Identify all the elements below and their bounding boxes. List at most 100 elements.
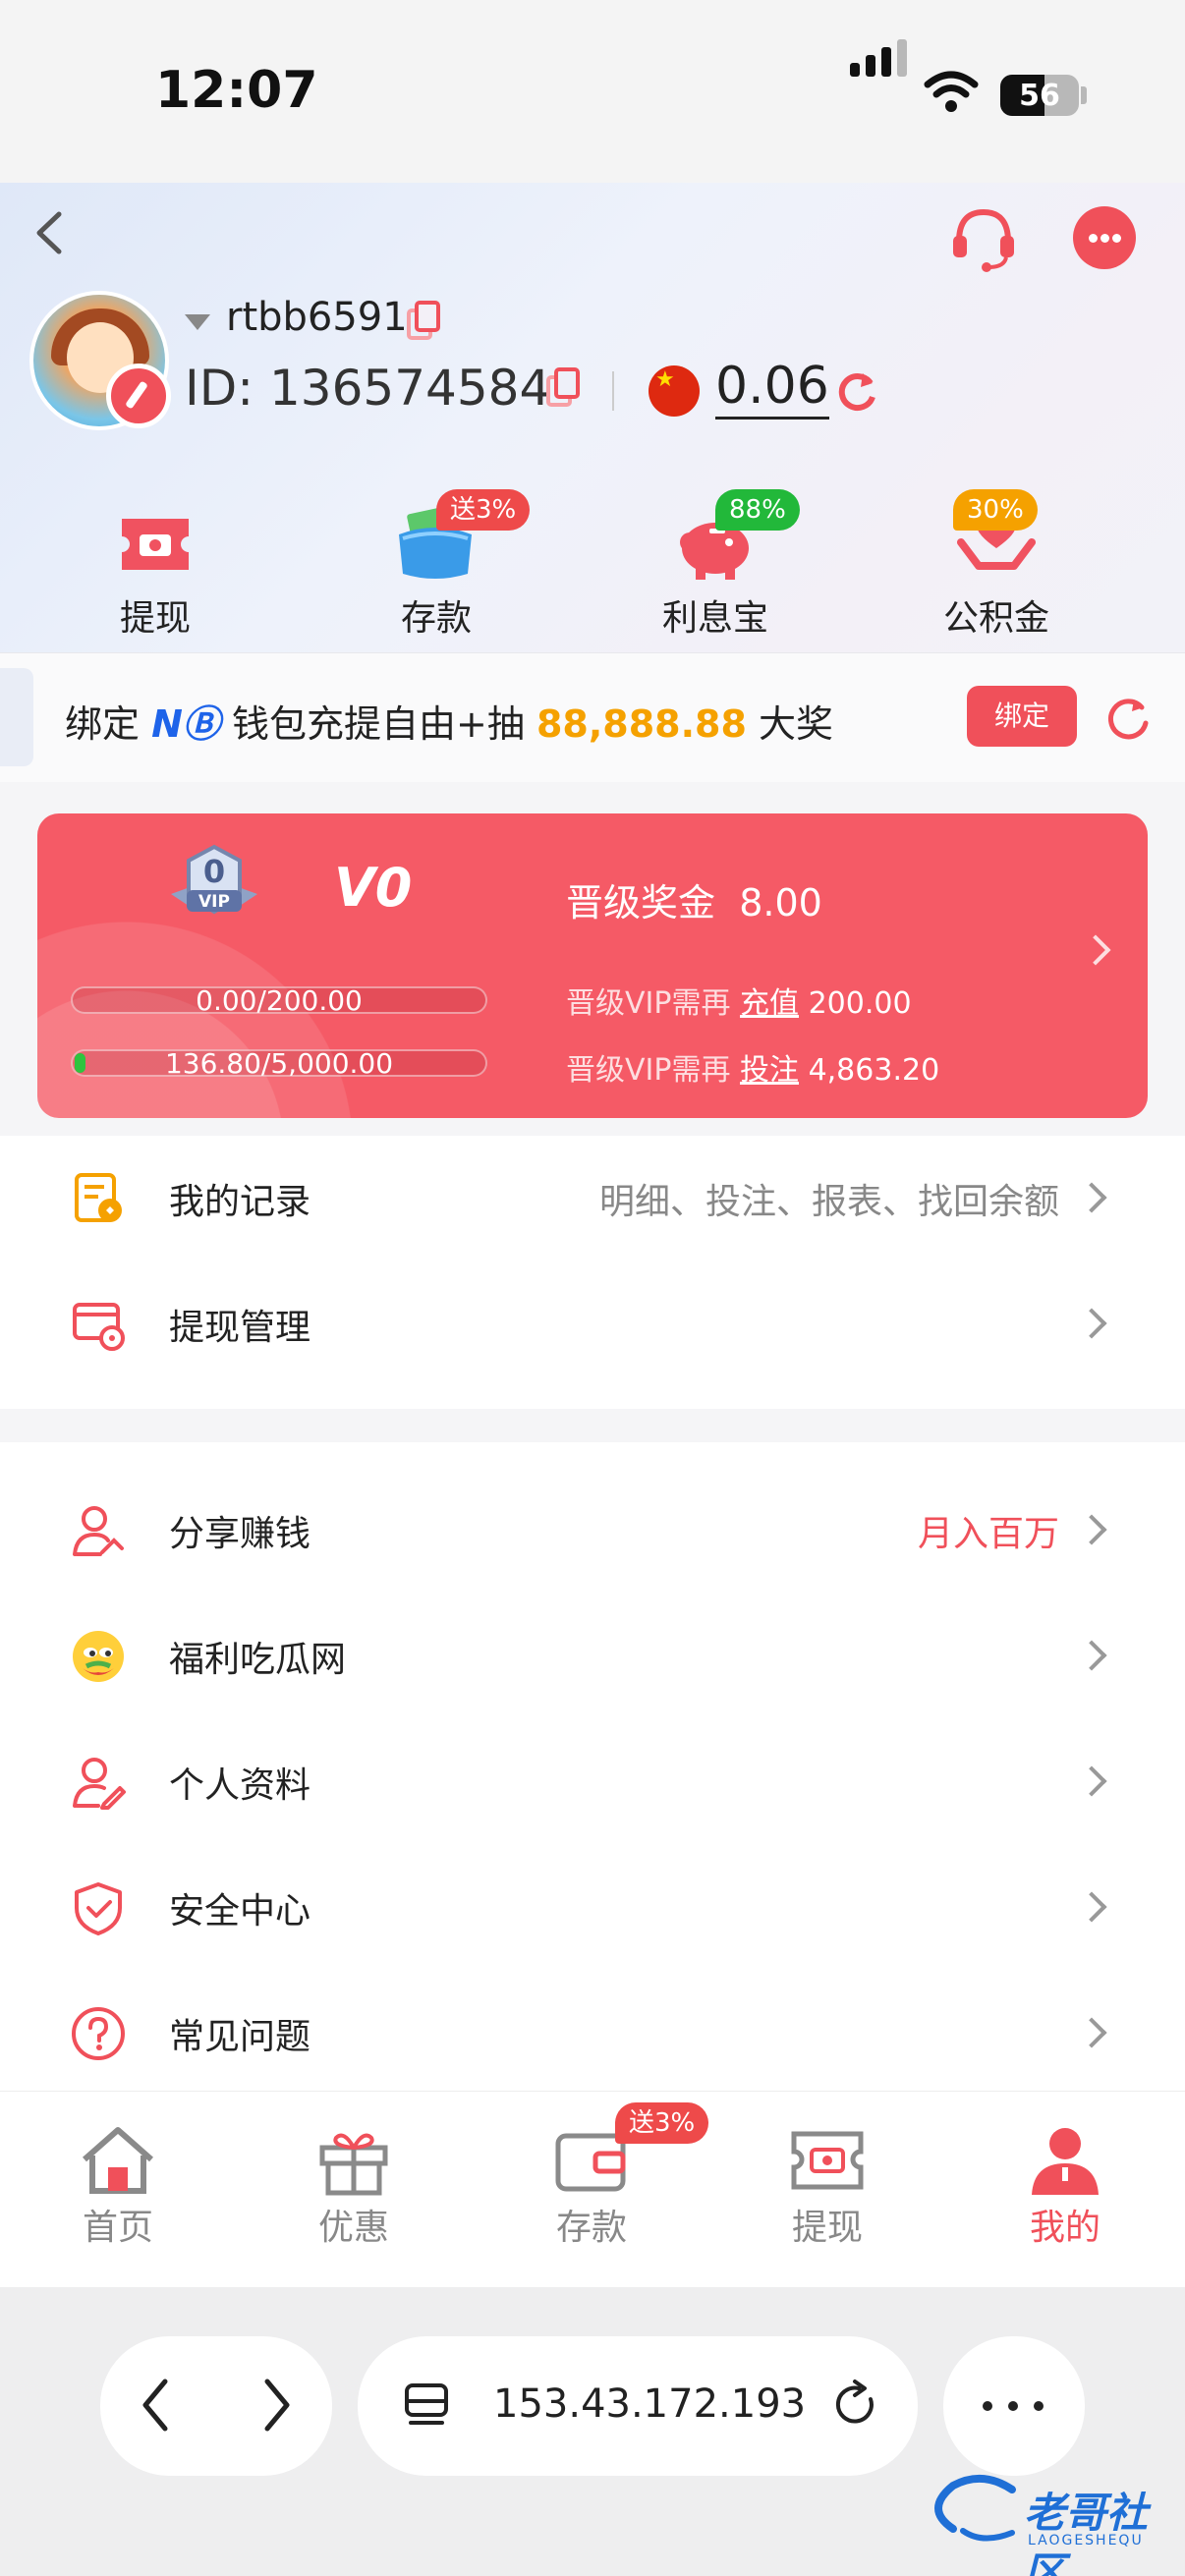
menu-item-faq[interactable]: 常见问题 (0, 1969, 1185, 2095)
copy-username-icon[interactable] (407, 301, 440, 340)
deposit-bonus-badge: 送3% (615, 2102, 709, 2144)
menu-item-welfare[interactable]: 福利吃瓜网 (0, 1592, 1185, 1717)
shield-icon (75, 1882, 122, 1935)
menu-item-security[interactable]: 安全中心 (0, 1843, 1185, 1969)
edit-avatar-icon[interactable] (106, 364, 171, 428)
divider (612, 371, 614, 411)
vip-requirement-deposit: 晋级VIP需再 充值 200.00 (566, 979, 912, 1022)
gift-icon (319, 2133, 388, 2196)
tabs-overview-icon[interactable] (403, 2380, 450, 2435)
menu-label: 安全中心 (169, 1891, 311, 1932)
tab-label: 存款 (555, 2208, 627, 2248)
chevron-right-icon (1076, 1891, 1107, 1923)
bonus-label: 晋级奖金 (566, 881, 716, 924)
status-time: 12:07 (155, 61, 318, 120)
requirement-value: 200.00 (808, 986, 912, 1021)
interest-rate-badge: 88% (715, 489, 800, 531)
promo-amount: 88,888.88 (536, 702, 747, 746)
requirement-prefix: 晋级VIP需再 (566, 1053, 731, 1088)
chevron-right-icon (1076, 2017, 1107, 2048)
question-icon (72, 2007, 125, 2060)
vip-level: V0 (334, 857, 413, 919)
browser-forward-icon[interactable] (257, 2376, 297, 2435)
requirement-value: 4,863.20 (808, 1053, 940, 1088)
bonus-value: 8.00 (739, 881, 822, 924)
promo-suffix: 大奖 (759, 702, 834, 746)
side-collapse-tab[interactable] (0, 668, 33, 766)
home-icon (83, 2127, 153, 2194)
quick-action-label: 提现 (119, 598, 191, 639)
menu-label: 分享赚钱 (169, 1514, 311, 1554)
user-icon (1032, 2128, 1099, 2195)
refresh-icon[interactable] (1104, 694, 1152, 743)
quick-action-label: 存款 (400, 598, 472, 639)
chevron-right-icon (1076, 1765, 1107, 1797)
deposit-progress-bar: 0.00/200.00 (71, 984, 487, 1017)
menu-label: 福利吃瓜网 (169, 1640, 347, 1680)
deposit-progress-text: 0.00/200.00 (196, 984, 363, 1017)
copy-id-icon[interactable] (546, 367, 580, 407)
bet-link[interactable]: 投注 (740, 1053, 799, 1088)
ticket-icon (791, 2131, 864, 2190)
message-icon[interactable] (1073, 206, 1136, 269)
svg-text:0: 0 (203, 853, 225, 890)
deposit-link[interactable]: 充值 (740, 986, 799, 1021)
wifi-icon (924, 71, 979, 112)
china-flag-icon (649, 365, 700, 417)
vip-card[interactable]: 0 VIP V0 0.00/200.00 136.80/5,000.00 晋级奖… (37, 813, 1148, 1118)
menu-item-records[interactable]: 我的记录 明细、投注、报表、找回余额 (0, 1134, 1185, 1260)
menu-item-withdraw-manage[interactable]: 提现管理 (0, 1260, 1185, 1385)
vip-bonus: 晋级奖金 8.00 (566, 872, 822, 926)
bind-wallet-button[interactable]: 绑定 (967, 686, 1077, 747)
battery-icon: 56 (1000, 75, 1079, 116)
emoji-face-icon (73, 1631, 124, 1682)
back-arrow-icon[interactable] (29, 208, 69, 257)
tab-label: 首页 (82, 2208, 153, 2248)
promo-text: 绑定 NⒷ 钱包充提自由+抽 88,888.88 大奖 (65, 694, 833, 748)
tab-label: 优惠 (317, 2208, 389, 2248)
chevron-right-icon (1076, 1640, 1107, 1671)
more-button[interactable] (943, 2336, 1085, 2476)
status-bar: 12:07 56 (0, 0, 1185, 183)
deposit-bonus-badge: 送3% (436, 489, 531, 531)
menu-hint: 明细、投注、报表、找回余额 (598, 1182, 1059, 1222)
account-dropdown-icon[interactable] (185, 314, 210, 330)
promo-middle: 钱包充提自由+抽 (232, 702, 525, 746)
quick-action-label: 利息宝 (661, 598, 768, 639)
requirement-prefix: 晋级VIP需再 (566, 986, 731, 1021)
menu-label: 我的记录 (169, 1182, 311, 1222)
chevron-right-icon (1076, 1182, 1107, 1213)
vip-badge-icon: 0 VIP (171, 844, 257, 915)
profile-icon (73, 1758, 126, 1810)
menu-label: 个人资料 (169, 1765, 311, 1806)
bet-progress-bar: 136.80/5,000.00 (71, 1047, 487, 1080)
chevron-right-icon (1080, 934, 1111, 966)
menu-label: 提现管理 (169, 1308, 311, 1348)
username: rtbb6591 (226, 295, 408, 340)
menu-item-profile[interactable]: 个人资料 (0, 1717, 1185, 1843)
records-icon (75, 1173, 122, 1222)
watermark-text: 老哥社区 (1024, 2489, 1149, 2576)
url-text: 153.43.172.193 (493, 2381, 807, 2427)
share-earn-icon (73, 1506, 124, 1556)
menu-label: 常见问题 (169, 2017, 311, 2057)
watermark-subtext: LAOGESHEQU (1028, 2533, 1144, 2548)
reload-icon[interactable] (831, 2378, 880, 2433)
menu-hint: 月入百万 (917, 1514, 1059, 1554)
balance-amount: 0.06 (715, 356, 829, 420)
browser-back-icon[interactable] (136, 2376, 175, 2435)
chevron-right-icon (1076, 1514, 1107, 1545)
user-id: ID: 136574584 (185, 360, 551, 417)
chevron-right-icon (1076, 1308, 1107, 1339)
battery-tip (1081, 86, 1087, 104)
withdraw-manage-icon (73, 1303, 125, 1351)
bet-progress-text: 136.80/5,000.00 (164, 1047, 394, 1080)
menu-item-share-earn[interactable]: 分享赚钱 月入百万 (0, 1466, 1185, 1592)
withdraw-ticket-icon (122, 519, 189, 570)
tab-label: 我的 (1029, 2208, 1100, 2248)
fund-rate-badge: 30% (953, 489, 1038, 531)
customer-service-icon[interactable] (949, 204, 1018, 273)
refresh-balance-icon[interactable] (835, 367, 878, 415)
quick-action-label: 公积金 (942, 598, 1049, 639)
vip-requirement-bet: 晋级VIP需再 投注 4,863.20 (566, 1045, 939, 1089)
